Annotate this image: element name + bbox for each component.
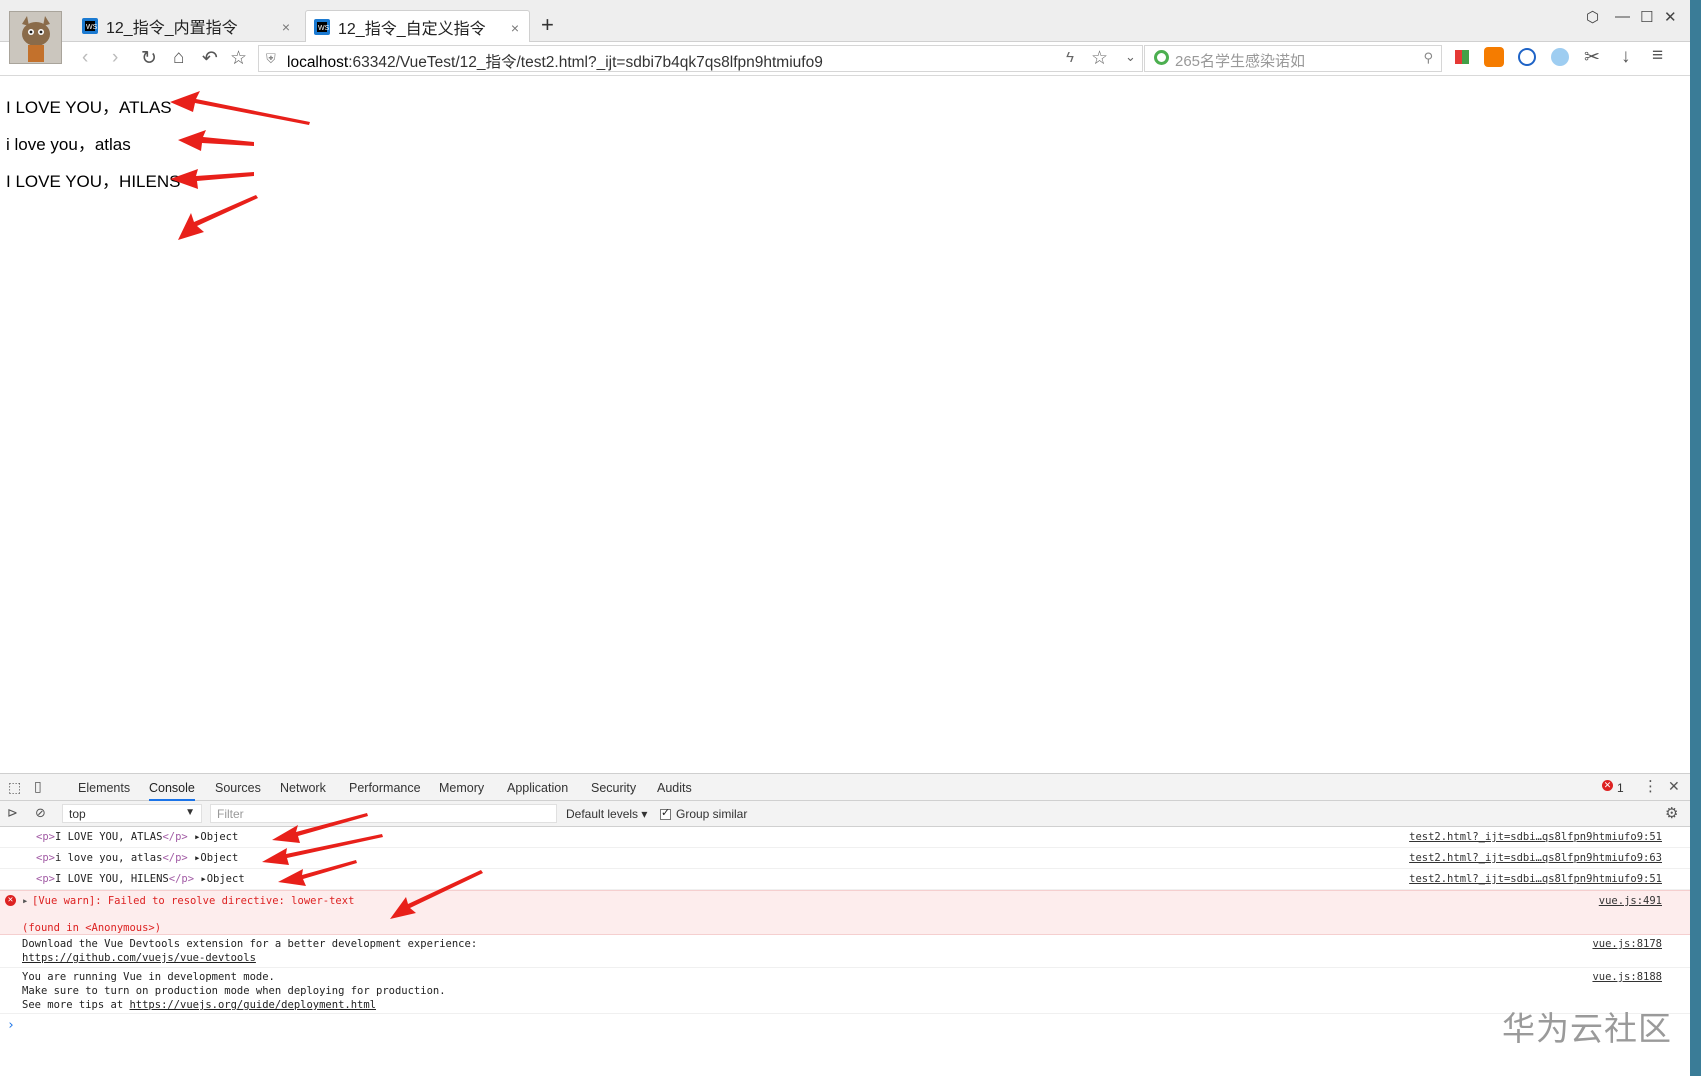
error-icon: ✕ [5,895,16,906]
maximize-icon[interactable]: ☐ [1640,8,1653,26]
source-link[interactable]: vue.js:8178 [1592,938,1662,950]
settings-gear-icon[interactable]: ⚙ [1665,804,1678,822]
console-row: Download the Vue Devtools extension for … [0,935,1690,968]
deployment-guide-link[interactable]: https://vuejs.org/guide/deployment.html [129,999,376,1011]
avatar[interactable] [9,11,62,64]
bookmark-star-icon[interactable]: ☆ [230,47,247,70]
search-icon[interactable]: ⚲ [1423,50,1433,66]
tab-network[interactable]: Network [280,781,326,795]
tab-console[interactable]: Console [149,781,195,801]
search-box[interactable]: 265名学生感染诺如 ⚲ [1144,45,1442,72]
sidebar-toggle-icon[interactable]: ⊳ [7,805,18,821]
devtools-tab-bar: ⬚ ▯ Elements Console Sources Network Per… [0,774,1690,801]
adblock-icon[interactable] [1551,48,1569,66]
chevron-down-icon[interactable]: ⌄ [1125,49,1136,65]
shield-icon: ⛨ [266,51,276,66]
error-count[interactable]: 1 [1617,781,1624,795]
browser-toolbar: ‹ › ↻ ⌂ ↶ ☆ ⛨ localhost:63342/VueTest/12… [0,42,1690,76]
svg-text:WS: WS [86,24,98,31]
window-edge-bar [1690,0,1701,1076]
favorite-star-icon[interactable]: ☆ [1091,47,1108,70]
minimize-icon[interactable]: — [1615,8,1630,25]
console-row[interactable]: <p>i love you, atlas</p> ▸Object test2.h… [0,848,1690,869]
kebab-menu-icon[interactable]: ⋮ [1643,777,1658,795]
clear-console-icon[interactable]: ⊘ [35,805,46,821]
console-row: You are running Vue in development mode.… [0,968,1690,1014]
search-input: 265名学生感染诺如 [1175,53,1306,70]
forward-icon[interactable]: › [112,47,118,69]
error-icon[interactable]: ✕ [1602,780,1613,791]
tab-title: 12_指令_自定义指令 [338,20,486,38]
close-devtools-icon[interactable]: ✕ [1668,778,1680,795]
webstorm-icon: WS [314,18,330,35]
page-line-lower-atlas: i love you，atlas [6,135,131,154]
search-engine-icon [1154,50,1169,65]
apps-icon[interactable] [1455,50,1469,64]
tab-security[interactable]: Security [591,781,636,795]
source-link[interactable]: test2.html?_ijt=sdbi…qs8lfpn9htmiufo9:51 [1409,873,1662,885]
source-link[interactable]: vue.js:8188 [1592,971,1662,983]
undo-icon[interactable]: ↶ [202,47,218,70]
svg-text:WS: WS [318,25,330,32]
pin-icon[interactable]: ⬡ [1586,8,1599,26]
tab-performance[interactable]: Performance [349,781,421,795]
close-icon[interactable]: × [511,20,519,36]
browser-window: { "browser": { "tabs": [ {"title": "12_指… [0,0,1701,1076]
lightning-icon[interactable]: ϟ [1066,49,1074,66]
menu-icon[interactable]: ≡ [1652,45,1663,67]
extension-icon[interactable] [1484,47,1504,67]
watermark: 华为云社区 [1502,1010,1672,1047]
tab-application[interactable]: Application [507,781,568,795]
scissors-icon[interactable]: ✂ [1584,46,1600,69]
group-similar-toggle[interactable]: Group similar [660,806,747,821]
console-row[interactable]: <p>I LOVE YOU, ATLAS</p> ▸Object test2.h… [0,827,1690,848]
back-icon[interactable]: ‹ [82,47,88,69]
vue-devtools-link[interactable]: https://github.com/vuejs/vue-devtools [22,952,256,964]
console-filter-bar: ⊳ ⊘ top ▼ Filter Default levels ▾ Group … [0,801,1690,827]
close-icon[interactable]: × [282,19,290,35]
context-select[interactable]: top ▼ [62,804,202,823]
page-line-upper-hilens: I LOVE YOU，HILENS [6,172,181,191]
tab-custom-directives[interactable]: WS 12_指令_自定义指令 × [305,10,530,42]
webstorm-icon: WS [82,18,98,34]
devtools-panel: ⬚ ▯ Elements Console Sources Network Per… [0,773,1690,1076]
tab-title: 12_指令_内置指令 [106,20,238,37]
home-icon[interactable]: ⌂ [173,47,184,69]
url-text: localhost:63342/VueTest/12_指令/test2.html… [287,54,823,71]
inspect-element-icon[interactable]: ⬚ [8,779,21,796]
log-levels-dropdown[interactable]: Default levels ▾ [566,807,647,821]
address-bar[interactable]: ⛨ localhost:63342/VueTest/12_指令/test2.ht… [258,45,1143,72]
tab-bar: WS 12_指令_内置指令 × WS 12_指令_自定义指令 × + ⬡ — ☐… [0,0,1690,42]
console-row[interactable]: <p>I LOVE YOU, HILENS</p> ▸Object test2.… [0,869,1690,890]
console-output: <p>I LOVE YOU, ATLAS</p> ▸Object test2.h… [0,827,1690,1076]
download-icon[interactable]: ↓ [1621,46,1631,68]
tab-builtin-directives[interactable]: WS 12_指令_内置指令 × [82,10,300,42]
device-toolbar-icon[interactable]: ▯ [34,778,42,795]
console-error-row[interactable]: ✕ ▸ [Vue warn]: Failed to resolve direct… [0,890,1690,935]
tab-sources[interactable]: Sources [215,781,261,795]
tab-memory[interactable]: Memory [439,781,484,795]
expand-triangle-icon[interactable]: ▸ [22,895,28,907]
filter-input[interactable]: Filter [210,804,557,823]
checkbox-checked[interactable] [660,806,671,820]
source-link[interactable]: vue.js:491 [1599,895,1662,907]
console-prompt[interactable]: › [7,1018,15,1033]
tab-audits[interactable]: Audits [657,781,692,795]
dropdown-arrow-icon: ▼ [185,807,195,818]
page-viewport: I LOVE YOU，ATLAS i love you，atlas I LOVE… [0,77,1690,773]
tab-elements[interactable]: Elements [78,781,130,795]
new-tab-button[interactable]: + [541,12,554,38]
page-line-upper-atlas: I LOVE YOU，ATLAS [6,98,172,117]
source-link[interactable]: test2.html?_ijt=sdbi…qs8lfpn9htmiufo9:51 [1409,831,1662,843]
source-link[interactable]: test2.html?_ijt=sdbi…qs8lfpn9htmiufo9:63 [1409,852,1662,864]
translate-icon[interactable] [1518,48,1536,66]
window-close-icon[interactable]: ✕ [1664,8,1677,26]
reload-icon[interactable]: ↻ [141,47,157,70]
